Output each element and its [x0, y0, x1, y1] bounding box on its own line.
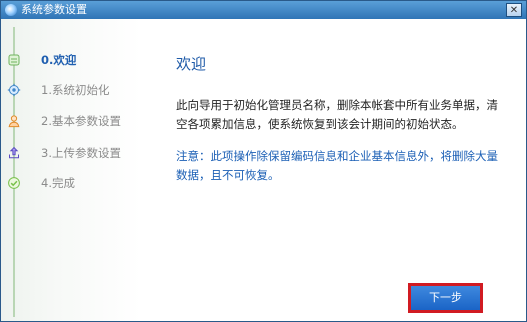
- step-welcome: 0.欢迎: [1, 50, 141, 70]
- step-basic-params: 2.基本参数设置: [1, 111, 141, 131]
- next-button[interactable]: 下一步: [408, 283, 483, 313]
- title-bar: 系统参数设置 ✕: [1, 1, 526, 19]
- welcome-doc-icon: [7, 52, 21, 66]
- step-complete: 4.完成: [1, 173, 141, 193]
- page-title: 欢迎: [176, 55, 207, 73]
- settings-window: 系统参数设置 ✕ 0.欢迎 1.系统初始化 2.基本参数设置 3.上传参数设置 …: [0, 0, 527, 322]
- upload-icon: [7, 145, 21, 159]
- step-label: 0.欢迎: [41, 53, 77, 67]
- check-icon: [7, 175, 21, 189]
- step-upload-params: 3.上传参数设置: [1, 143, 141, 163]
- wizard-sidebar: 0.欢迎 1.系统初始化 2.基本参数设置 3.上传参数设置 4.完成: [1, 19, 141, 321]
- step-label: 3.上传参数设置: [41, 146, 121, 160]
- close-button[interactable]: ✕: [506, 3, 522, 17]
- step-label: 4.完成: [41, 176, 75, 190]
- user-icon: [7, 113, 21, 128]
- step-label: 1.系统初始化: [41, 83, 110, 97]
- step-system-init: 1.系统初始化: [1, 80, 141, 100]
- gear-icon: [7, 82, 21, 97]
- warning-note: 注意：此项操作除保留编码信息和企业基本信息外，将删除大量数据，且不可恢复。: [176, 149, 498, 182]
- step-timeline: [13, 27, 15, 317]
- window-title: 系统参数设置: [21, 3, 87, 16]
- description-text: 此向导用于初始化管理员名称，删除本帐套中所有业务单据，清空各项累加信息，使系统恢…: [176, 98, 498, 131]
- wizard-content: 欢迎 此向导用于初始化管理员名称，删除本帐套中所有业务单据，清空各项累加信息，使…: [141, 19, 526, 321]
- step-label: 2.基本参数设置: [41, 114, 121, 128]
- app-logo-icon: [5, 4, 17, 16]
